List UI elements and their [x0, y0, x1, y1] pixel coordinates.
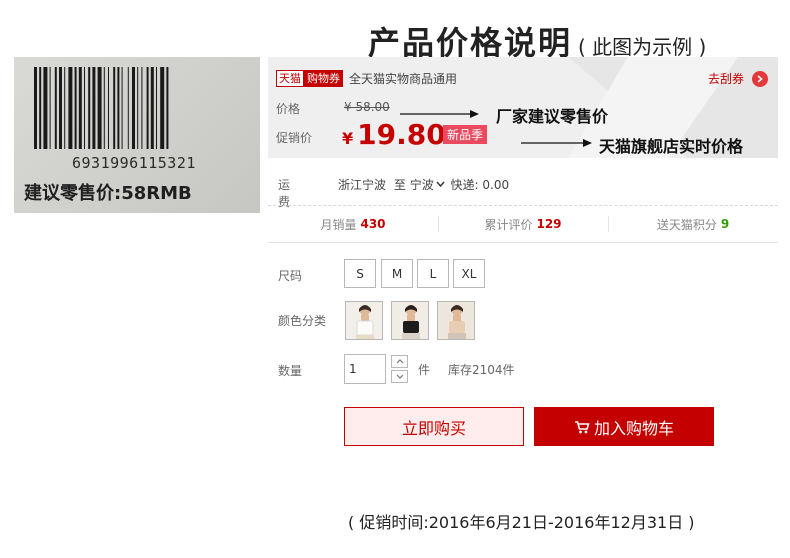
chevron-up-icon — [396, 359, 403, 364]
add-to-cart-label: 加入购物车 — [593, 418, 674, 438]
quantity-input[interactable]: 1 — [344, 354, 386, 384]
express-fee: 快递: 0.00 — [450, 178, 510, 192]
ship-from: 浙江宁波 — [338, 178, 387, 192]
sales-stats: 月销量 430 累计评价 129 送天猫积分 9 — [268, 210, 778, 238]
quantity-unit: 件 — [418, 363, 431, 377]
coupon-tag: 购物券 — [304, 70, 343, 87]
new-season-tag: 新品季 — [443, 125, 488, 144]
arrow-icon — [400, 110, 479, 118]
promo-price-label: 促销价 — [276, 131, 313, 145]
chevron-down-icon — [436, 181, 445, 188]
shipping-info: 浙江宁波 至 宁波 快递: 0.00 — [338, 176, 509, 193]
color-option-white[interactable] — [345, 301, 383, 340]
buy-now-button[interactable]: 立即购买 — [344, 407, 524, 446]
price-label: 价格 — [276, 102, 301, 116]
monthly-sales-value: 430 — [360, 217, 386, 231]
currency-symbol: ¥ — [342, 129, 354, 148]
tmall-tag: 天猫 — [276, 70, 304, 87]
coupon-description: 全天猫实物商品通用 — [349, 72, 458, 86]
barcode-graphic — [34, 67, 169, 149]
promotion-period: ( 促销时间:2016年6月21日-2016年12月31日 ) — [348, 513, 695, 532]
add-to-cart-button[interactable]: 加入购物车 — [534, 407, 714, 446]
color-option-black[interactable] — [391, 301, 429, 340]
color-label: 颜色分类 — [278, 314, 327, 328]
size-option-l[interactable]: L — [417, 259, 449, 288]
review-count[interactable]: 累计评价 129 — [438, 210, 608, 238]
divider — [268, 242, 778, 243]
quantity-decrease-button[interactable] — [391, 370, 408, 383]
promo-price: ¥19.80 — [342, 118, 446, 151]
stock-count: 库存2104件 — [448, 363, 515, 377]
size-option-m[interactable]: M — [381, 259, 413, 288]
coupon-row: 天猫 购物券 全天猫实物商品通用 — [276, 70, 457, 87]
original-price: ¥ 58.00 — [344, 100, 390, 114]
tmall-points: 送天猫积分 9 — [608, 210, 778, 238]
barcode-number: 6931996115321 — [72, 154, 196, 172]
quantity-label: 数量 — [278, 364, 303, 378]
suggested-retail-label: 建议零售价:58RMB — [24, 183, 192, 204]
ship-to: 宁波 — [409, 178, 434, 192]
get-coupon-link[interactable]: 去刮券 — [708, 70, 768, 87]
quantity-increase-button[interactable] — [391, 355, 408, 368]
tmall-points-label: 送天猫积分 — [656, 217, 717, 232]
size-label: 尺码 — [278, 269, 303, 283]
size-option-xl[interactable]: XL — [453, 259, 485, 288]
annotation-suggested-price: 厂家建议零售价 — [496, 107, 609, 126]
review-count-value: 129 — [536, 217, 562, 231]
size-option-s[interactable]: S — [344, 259, 376, 288]
chevron-down-icon — [396, 374, 403, 379]
monthly-sales-label: 月销量 — [320, 217, 357, 232]
ship-to-word: 至 — [393, 178, 406, 192]
arrow-icon — [521, 139, 592, 147]
cart-icon — [574, 420, 590, 433]
barcode-label-photo: 6931996115321 建议零售价:58RMB — [14, 57, 260, 213]
product-thumbnail-black — [392, 302, 428, 339]
monthly-sales: 月销量 430 — [268, 210, 438, 238]
product-thumbnail-white — [346, 302, 382, 339]
promo-price-amount: 19.80 — [357, 118, 446, 151]
chevron-right-icon — [752, 70, 768, 87]
title-subtitle: ( 此图为示例 ) — [578, 35, 707, 59]
ship-to-select[interactable]: 宁波 — [410, 178, 447, 192]
review-count-label: 累计评价 — [484, 217, 533, 232]
color-option-skin[interactable] — [437, 301, 475, 340]
annotation-realtime-price: 天猫旗舰店实时价格 — [599, 137, 744, 156]
get-coupon-label: 去刮券 — [707, 72, 744, 86]
tmall-points-value: 9 — [720, 217, 730, 231]
divider — [268, 205, 778, 206]
product-thumbnail-skin — [438, 302, 474, 339]
